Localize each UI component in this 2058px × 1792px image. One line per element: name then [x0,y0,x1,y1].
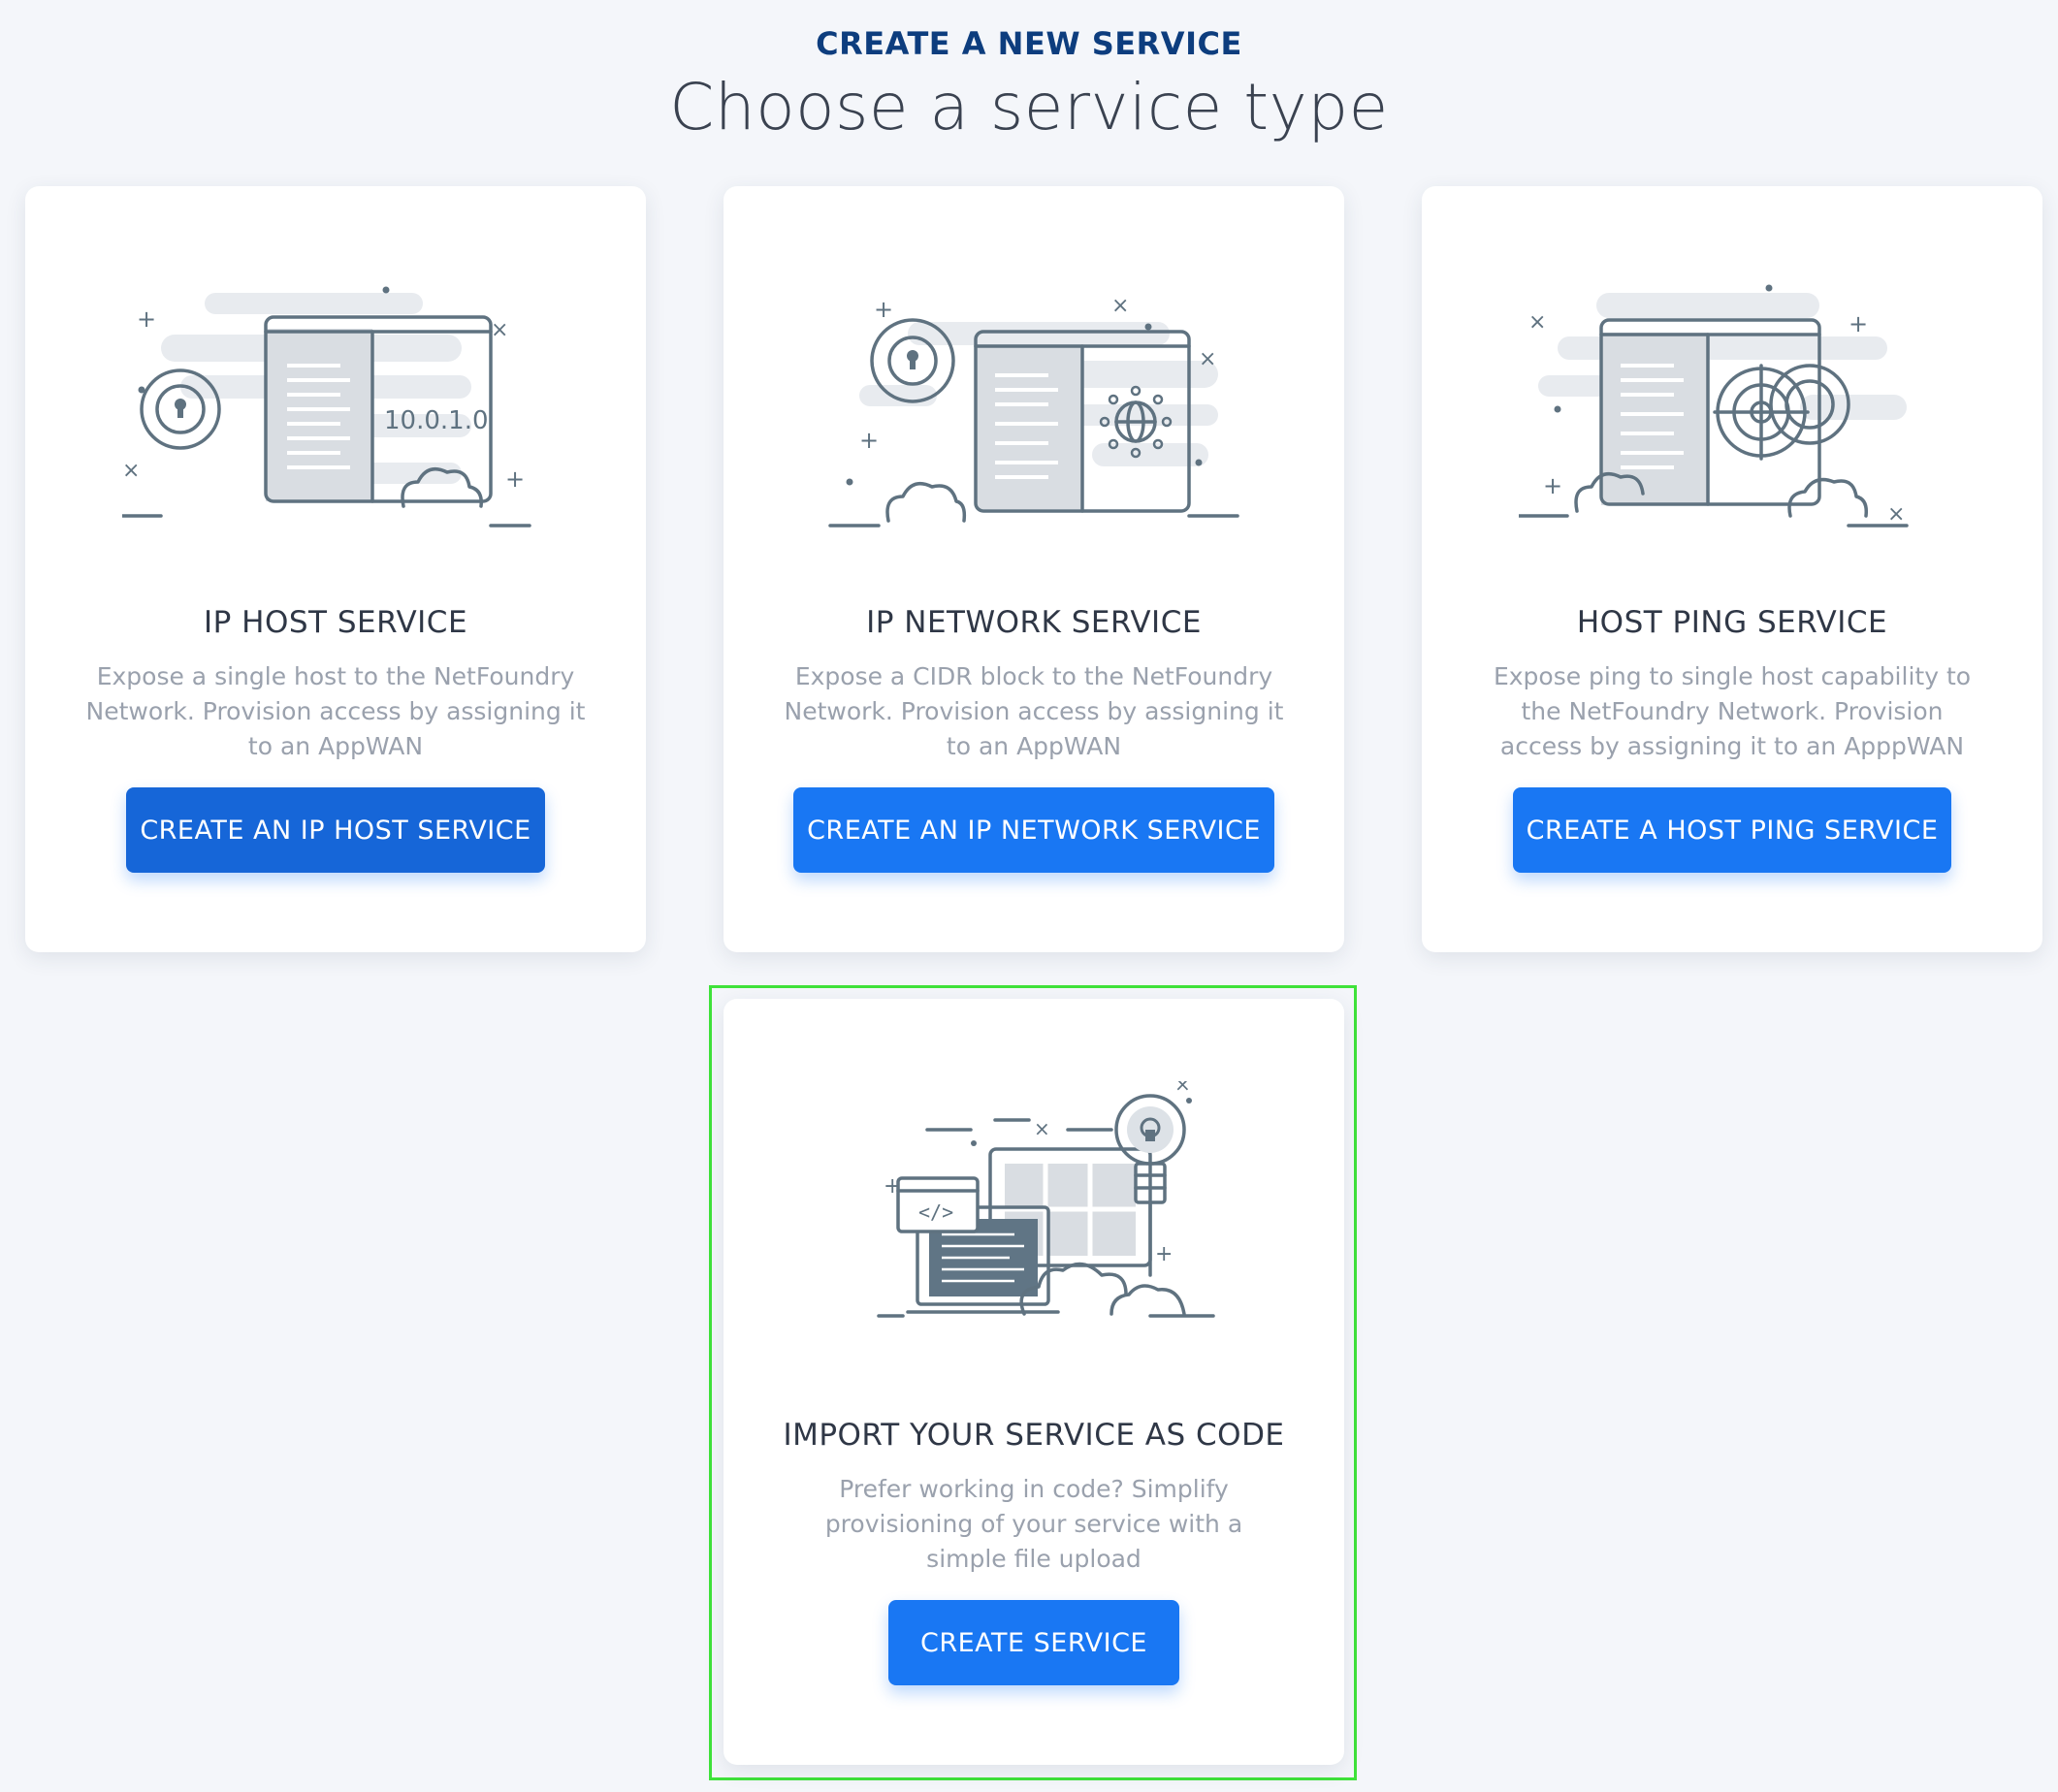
card-description: Expose a single host to the NetFoundry N… [85,662,586,760]
create-service-button[interactable]: CREATE SERVICE [888,1600,1179,1685]
network-globe-server-icon: + × × + [828,294,1239,528]
card-title: IP HOST SERVICE [203,605,468,640]
card-description: Expose a CIDR block to the NetFoundry Ne… [784,662,1284,760]
card-title: HOST PING SERVICE [1576,605,1888,640]
svg-text:+: + [859,427,879,454]
ip-network-service-card: + × × + IP NETWORK SERVICE Expose a CIDR… [724,186,1344,952]
ip-address-label: 10.0.1.0 [384,406,489,435]
ip-host-service-card: 10.0.1.0 + × × + IP HOST SERVICE Expose … [25,186,646,952]
svg-text:+: + [1849,310,1868,337]
code-laptop-lightbulb-icon: × </> + × + [877,1081,1215,1318]
svg-text:×: × [491,318,508,342]
svg-text:×: × [1528,310,1546,335]
svg-text:×: × [1034,1117,1050,1140]
svg-text:×: × [1199,347,1216,371]
svg-text:+: + [1155,1242,1173,1266]
svg-text:×: × [122,459,140,483]
svg-text:×: × [1174,1081,1191,1096]
svg-text:+: + [874,296,893,323]
svg-text:×: × [1887,502,1905,527]
host-ping-service-card: × + + × HOST PING SERVICE Expose ping to… [1422,186,2042,952]
svg-text:×: × [1111,294,1129,318]
create-ip-host-service-button[interactable]: CREATE AN IP HOST SERVICE [126,787,545,873]
page-kicker: CREATE A NEW SERVICE [816,25,1242,62]
radar-server-icon: × + + × [1519,284,1909,528]
svg-text:+: + [884,1174,901,1199]
code-tag-label: </> [918,1200,953,1224]
page-title: Choose a service type [669,70,1389,144]
card-description: Prefer working in code? Simplify provisi… [824,1475,1243,1573]
create-host-ping-service-button[interactable]: CREATE A HOST PING SERVICE [1513,787,1951,873]
card-title: IP NETWORK SERVICE [866,605,1202,640]
ip-host-server-icon: 10.0.1.0 + × × + [122,286,531,528]
svg-text:+: + [505,465,525,493]
create-ip-network-service-button[interactable]: CREATE AN IP NETWORK SERVICE [793,787,1274,873]
card-description: Expose ping to single host capability to… [1493,662,1972,760]
import-service-as-code-card: × </> + × + IMPORT YOUR SERVICE AS CODE … [724,999,1344,1765]
svg-text:+: + [137,305,156,333]
svg-text:+: + [1543,472,1562,499]
card-title: IMPORT YOUR SERVICE AS CODE [783,1418,1285,1453]
